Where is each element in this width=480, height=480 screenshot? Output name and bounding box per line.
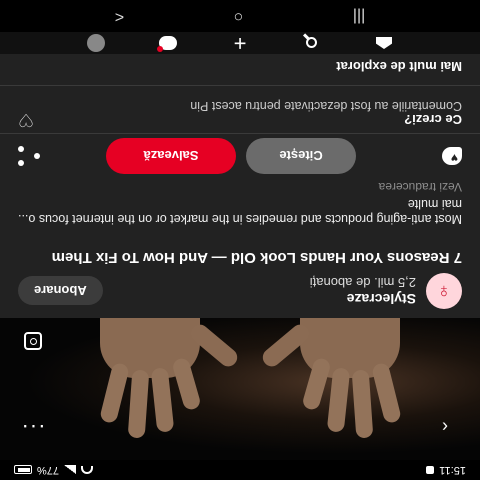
save-button[interactable]: Salvează [106, 138, 236, 174]
messages-icon[interactable] [152, 32, 184, 54]
comments-disabled-text: Comentariile au fost dezactivate pentru … [190, 99, 462, 113]
right-hand [75, 318, 241, 439]
home-icon[interactable] [368, 32, 400, 54]
search-icon[interactable] [296, 32, 328, 54]
more-to-explore-heading: Mai mult de explorat [336, 59, 462, 74]
status-bar: 15:11 77% [0, 460, 480, 480]
system-nav-bar: ||| ○ < [0, 0, 480, 32]
read-button[interactable]: Citește [246, 138, 356, 174]
back-icon[interactable]: ‹ [430, 416, 460, 438]
divider [0, 133, 480, 134]
heart-icon[interactable]: ♡ [18, 109, 34, 130]
creator-avatar[interactable]: ♀ [426, 273, 462, 309]
battery-icon [14, 465, 32, 475]
pin-title: 7 Reasons Your Hands Look Old — And How … [51, 249, 462, 266]
create-plus-icon[interactable]: + [224, 31, 256, 56]
react-icon[interactable] [442, 147, 462, 165]
system-home-button[interactable]: ○ [234, 7, 244, 25]
comments-title: Ce crezi? [404, 112, 462, 127]
pin-image[interactable]: ‹ ··· [0, 318, 480, 460]
recents-button[interactable]: ||| [353, 7, 365, 25]
profile-icon[interactable] [80, 32, 112, 54]
divider [0, 85, 480, 86]
pin-description[interactable]: Most anti-aging products and remedies in… [18, 196, 462, 226]
status-time: 15:11 [439, 464, 466, 476]
battery-percent: 77% [37, 464, 60, 476]
pin-details: ♀ Stylecraze 2,5 mil. de abonați Abonare… [0, 54, 480, 318]
creator-followers: 2,5 mil. de abonați [309, 275, 416, 290]
bottom-nav: + [0, 31, 480, 56]
signal-icon [64, 465, 77, 475]
creator-name[interactable]: Stylecraze [310, 291, 416, 307]
action-row: Citește Salvează [18, 136, 462, 176]
notification-icon [426, 466, 435, 474]
more-options-icon[interactable]: ··· [18, 415, 48, 440]
left-hand [259, 318, 425, 439]
share-icon[interactable] [18, 146, 40, 166]
translate-link[interactable]: Vezi traducerea [379, 180, 462, 194]
wifi-icon [81, 466, 94, 474]
system-back-button[interactable]: < [115, 7, 124, 25]
creator-row: ♀ Stylecraze 2,5 mil. de abonați Abonare [18, 272, 462, 310]
screen: 15:11 77% ‹ ··· ♀ Stylecraze 2,5 mil. de… [0, 0, 480, 480]
visual-search-icon[interactable] [24, 332, 42, 350]
follow-button[interactable]: Abonare [18, 276, 103, 306]
